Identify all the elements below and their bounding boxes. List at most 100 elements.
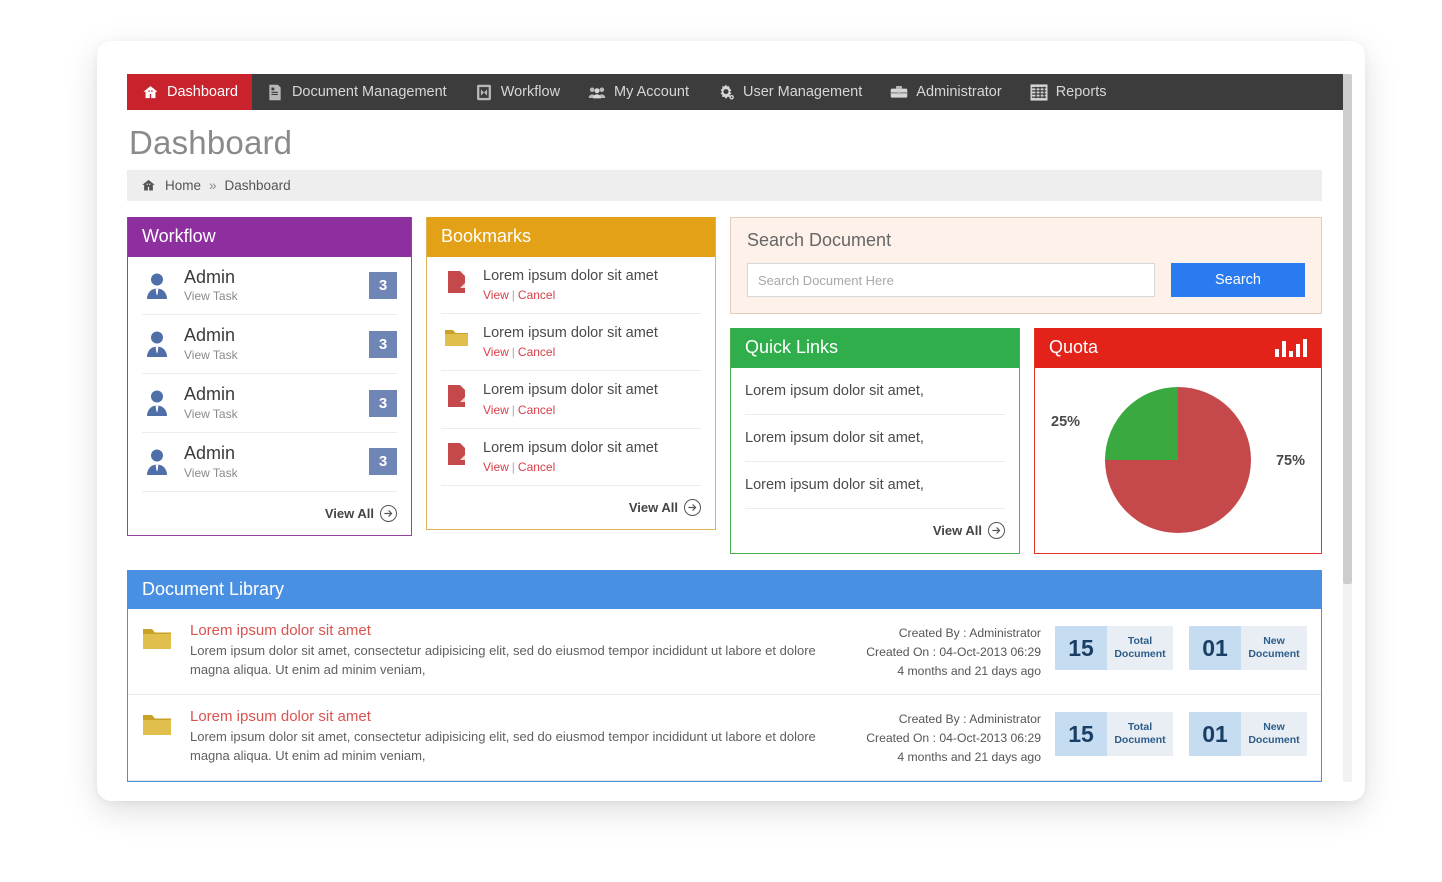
document-description: Lorem ipsum dolor sit amet, consectetur …	[190, 643, 816, 678]
table-row[interactable]: Lorem ipsum dolor sit amet Lorem ipsum d…	[128, 695, 1321, 781]
workflow-row[interactable]: Admin View Task 3	[142, 315, 397, 375]
view-all-label: View All	[324, 505, 374, 521]
workflow-row[interactable]: Admin View Task 3	[142, 433, 397, 492]
bookmark-text: Lorem ipsum dolor sit amet View | Cancel	[483, 382, 658, 416]
bookmark-text: Lorem ipsum dolor sit amet View | Cancel	[483, 325, 658, 359]
view-all-label: View All	[932, 522, 982, 538]
bookmarks-view-all-button[interactable]: View All	[441, 486, 701, 529]
quota-panel-title: Quota	[1049, 337, 1099, 357]
folder-icon	[441, 325, 471, 349]
gear-icon	[717, 83, 735, 101]
main-navigation: Dashboard Document Management Workflow M…	[127, 74, 1352, 110]
user-avatar-icon	[142, 389, 172, 417]
document-meta: Created By : Administrator Created On : …	[831, 622, 1041, 681]
bookmark-view-link[interactable]: View	[483, 288, 509, 302]
bookmark-cancel-link[interactable]: Cancel	[518, 403, 555, 417]
link-separator: |	[511, 345, 515, 360]
workflow-panel: Workflow Admin View Task 3 Admin View Ta…	[127, 217, 412, 536]
bookmark-title: Lorem ipsum dolor sit amet	[483, 382, 658, 399]
folder-icon	[142, 622, 176, 657]
page-content: Dashboard Document Management Workflow M…	[127, 74, 1352, 782]
total-document-count: 15	[1055, 712, 1107, 757]
lower-right-row: Quick Links Lorem ipsum dolor sit amet, …	[730, 328, 1322, 554]
workflow-view-task-link[interactable]: View Task	[184, 466, 357, 480]
user-avatar-icon	[142, 330, 172, 358]
bookmark-view-link[interactable]: View	[483, 345, 509, 359]
document-counters: 15 Total Document 01 New Document	[1055, 708, 1307, 757]
document-title-link[interactable]: Lorem ipsum dolor sit amet	[190, 622, 817, 639]
workflow-panel-body: Admin View Task 3 Admin View Task 3 Admi…	[128, 257, 411, 535]
bookmark-actions: View | Cancel	[483, 403, 658, 417]
table-row[interactable]: Lorem ipsum dolor sit amet Lorem ipsum d…	[128, 609, 1321, 696]
quick-links-panel-body: Lorem ipsum dolor sit amet, Lorem ipsum …	[731, 368, 1019, 552]
dashboard-widgets-row: Workflow Admin View Task 3 Admin View Ta…	[127, 217, 1322, 554]
bookmark-actions: View | Cancel	[483, 345, 658, 359]
arrow-right-icon	[684, 499, 701, 517]
nav-item-document-management[interactable]: Document Management	[252, 74, 461, 110]
search-button[interactable]: Search	[1171, 263, 1305, 297]
new-document-counter: 01 New Document	[1189, 626, 1307, 671]
link-separator: |	[511, 460, 515, 475]
bookmark-view-link[interactable]: View	[483, 460, 509, 474]
breadcrumb-current: Dashboard	[224, 178, 291, 193]
quick-link-item[interactable]: Lorem ipsum dolor sit amet,	[745, 368, 1005, 415]
search-document-card: Search Document Search	[730, 217, 1322, 314]
workflow-view-all-button[interactable]: View All	[142, 492, 397, 535]
nav-item-reports[interactable]: Reports	[1016, 74, 1121, 110]
home-icon	[141, 83, 159, 101]
bookmark-item[interactable]: Lorem ipsum dolor sit amet View | Cancel	[441, 371, 701, 429]
bookmark-text: Lorem ipsum dolor sit amet View | Cancel	[483, 440, 658, 474]
quick-link-item[interactable]: Lorem ipsum dolor sit amet,	[745, 415, 1005, 462]
nav-item-dashboard[interactable]: Dashboard	[127, 74, 252, 110]
folder-icon	[142, 708, 176, 743]
arrow-right-icon	[380, 504, 397, 522]
workflow-row-text: Admin View Task	[184, 326, 357, 363]
document-library-header: Document Library	[128, 569, 1321, 610]
bookmark-item[interactable]: Lorem ipsum dolor sit amet View | Cancel	[441, 314, 701, 372]
workflow-row[interactable]: Admin View Task 3	[142, 257, 397, 316]
workflow-user-name: Admin	[184, 443, 236, 464]
nav-item-user-management[interactable]: User Management	[703, 74, 876, 110]
workflow-view-task-link[interactable]: View Task	[184, 348, 357, 362]
bookmark-cancel-link[interactable]: Cancel	[518, 460, 555, 474]
arrow-right-icon	[988, 521, 1005, 539]
nav-item-my-account[interactable]: My Account	[574, 74, 703, 110]
quick-links-view-all-button[interactable]: View All	[745, 509, 1005, 552]
document-created-on: Created On : 04-Oct-2013 06:29	[866, 645, 1041, 660]
nav-label: Workflow	[500, 84, 561, 100]
quota-chart-area: 25% 75%	[1035, 368, 1321, 553]
scrollable-viewport: Dashboard Document Management Workflow M…	[127, 74, 1365, 782]
total-document-label: Total Document	[1107, 626, 1173, 671]
label-line-1: Total	[1127, 720, 1153, 733]
bookmark-view-link[interactable]: View	[483, 403, 509, 417]
document-created-by: Created By : Administrator	[898, 712, 1041, 727]
workflow-view-task-link[interactable]: View Task	[184, 289, 357, 303]
bookmark-cancel-link[interactable]: Cancel	[518, 345, 555, 359]
user-avatar-icon	[142, 272, 172, 300]
search-input[interactable]	[747, 263, 1155, 297]
workflow-view-task-link[interactable]: View Task	[184, 407, 357, 421]
nav-item-administrator[interactable]: Administrator	[876, 74, 1015, 110]
document-title-link[interactable]: Lorem ipsum dolor sit amet	[190, 708, 817, 725]
vertical-scrollbar[interactable]	[1343, 74, 1352, 782]
label-line-1: New	[1263, 720, 1285, 733]
workflow-row-text: Admin View Task	[184, 267, 357, 304]
workflow-row[interactable]: Admin View Task 3	[142, 374, 397, 434]
new-document-label: New Document	[1241, 626, 1307, 671]
nav-label: Reports	[1055, 84, 1107, 100]
nav-item-workflow[interactable]: Workflow	[461, 74, 574, 110]
breadcrumb-home[interactable]: Home	[165, 178, 201, 193]
scrollbar-thumb[interactable]	[1343, 74, 1352, 584]
quota-used-label: 75%	[1275, 452, 1305, 469]
nav-label: Dashboard	[167, 84, 238, 100]
search-form: Search	[747, 263, 1305, 297]
bookmark-cancel-link[interactable]: Cancel	[518, 288, 555, 302]
nav-label: Document Management	[291, 84, 447, 100]
quota-panel: Quota 25% 75%	[1034, 328, 1322, 554]
quick-link-item[interactable]: Lorem ipsum dolor sit amet,	[745, 462, 1005, 509]
bookmark-text: Lorem ipsum dolor sit amet View | Cancel	[483, 268, 658, 302]
bookmark-item[interactable]: Lorem ipsum dolor sit amet View | Cancel	[441, 257, 701, 315]
workflow-count-badge: 3	[369, 330, 397, 358]
bookmark-item[interactable]: Lorem ipsum dolor sit amet View | Cancel	[441, 429, 701, 487]
label-line-1: New	[1263, 635, 1285, 648]
